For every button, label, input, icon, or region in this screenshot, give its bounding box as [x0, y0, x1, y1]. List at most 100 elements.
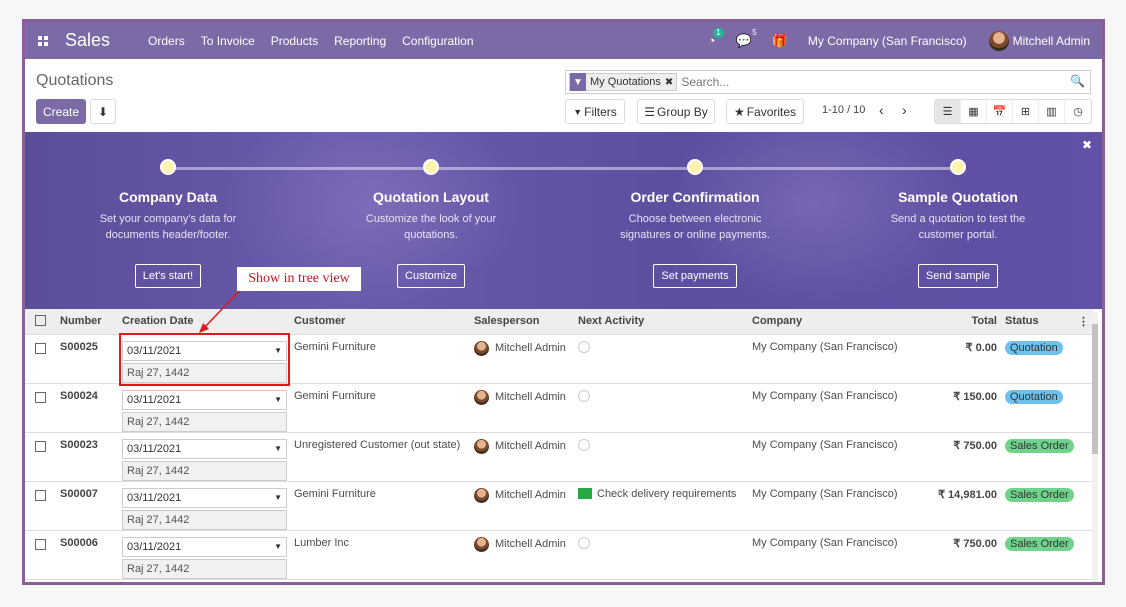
creation-date-cell: 03/11/2021 ▼ Raj 27, 1442 [118, 481, 290, 531]
row-select [25, 481, 56, 531]
app-title[interactable]: Sales [65, 30, 110, 51]
date-value: 03/11/2021 [127, 393, 182, 406]
step-dot [950, 159, 966, 175]
next-activity[interactable] [574, 530, 748, 580]
next-activity[interactable] [574, 334, 748, 384]
salesperson: Mitchell Admin [495, 391, 566, 403]
lets-start-button[interactable]: Let's start! [134, 264, 202, 288]
group-by-button[interactable]: ☰ Group By [637, 99, 715, 124]
set-payments-button[interactable]: Set payments [653, 264, 737, 288]
date-select[interactable]: 03/11/2021 ▼ [122, 389, 287, 410]
scrollbar-thumb[interactable] [1092, 324, 1098, 454]
pager-previous-icon[interactable]: ‹ [879, 102, 884, 118]
gift-icon[interactable]: 🎁 [772, 33, 788, 49]
activity-view-icon[interactable]: ◷ [1065, 100, 1091, 123]
menu-orders[interactable]: Orders [148, 34, 185, 48]
menu-reporting[interactable]: Reporting [334, 34, 386, 48]
header-customer[interactable]: Customer [290, 309, 470, 335]
status-cell: Quotation [1001, 383, 1093, 433]
menu-configuration[interactable]: Configuration [402, 34, 473, 48]
customer: Gemini Furniture [290, 481, 470, 531]
list-view-icon[interactable]: ☰ [935, 100, 961, 123]
user-menu[interactable]: Mitchell Admin [988, 30, 1090, 51]
pager-next-icon[interactable]: › [902, 102, 907, 118]
date-select[interactable]: 03/11/2021 ▼ [122, 487, 287, 508]
table-row[interactable]: S00023 03/11/2021 ▼ Raj 27, 1442 Unregiste… [25, 432, 1093, 482]
facet-label: My Quotations [590, 76, 661, 88]
salesperson-avatar [474, 536, 489, 552]
step-dot [687, 159, 703, 175]
send-sample-button[interactable]: Send sample [917, 264, 999, 288]
header-company[interactable]: Company [748, 309, 908, 335]
creation-date-cell: 03/11/2021 ▼ Raj 27, 1442 [118, 432, 290, 482]
header-status[interactable]: Status ⋮ [1001, 309, 1093, 335]
graph-view-icon[interactable]: ▥ [1039, 100, 1065, 123]
step-description: Send a quotation to test the customer por… [890, 213, 1026, 241]
order-number: S00024 [56, 383, 118, 433]
create-button[interactable]: Create [36, 99, 86, 124]
row-checkbox[interactable] [35, 440, 46, 452]
company: My Company (San Francisco) [748, 334, 908, 384]
salesperson: Mitchell Admin [495, 489, 566, 501]
pivot-view-icon[interactable]: ⊞ [1013, 100, 1039, 123]
activity-clock-icon[interactable] [578, 438, 590, 451]
next-activity[interactable]: Check delivery requirements [574, 481, 748, 531]
row-checkbox[interactable] [35, 342, 46, 354]
row-checkbox[interactable] [35, 391, 46, 403]
hijri-date: Raj 27, 1442 [122, 411, 287, 432]
facet-remove-icon[interactable]: ✖ [665, 77, 676, 88]
search-facet[interactable]: ▼ My Quotations ✖ [569, 73, 678, 91]
header-salesperson[interactable]: Salesperson [470, 309, 574, 335]
filters-button[interactable]: ▼ Filters [565, 99, 625, 124]
next-activity[interactable] [574, 383, 748, 433]
step-description: Set your company's data for documents hea… [99, 213, 237, 241]
apps-menu-icon[interactable] [31, 35, 55, 46]
header-next-activity[interactable]: Next Activity [574, 309, 748, 335]
star-icon: ★ [733, 104, 745, 119]
download-button[interactable]: ⬇ [90, 99, 116, 124]
activity-clock-icon[interactable]: ◔ 1 [708, 28, 724, 48]
customer: Gemini Furniture [290, 383, 470, 433]
chevron-down-icon: ▼ [274, 542, 282, 551]
order-number: S00025 [56, 334, 118, 384]
vertical-scrollbar[interactable] [1092, 312, 1098, 582]
date-select[interactable]: 03/11/2021 ▼ [122, 536, 287, 557]
menu-products[interactable]: Products [271, 34, 318, 48]
todo-activity-icon[interactable] [578, 488, 592, 499]
search-input[interactable] [681, 75, 1062, 89]
customize-button[interactable]: Customize [397, 264, 465, 288]
company: My Company (San Francisco) [748, 432, 908, 482]
chevron-down-icon: ▼ [274, 395, 282, 404]
date-select[interactable]: 03/11/2021 ▼ [122, 438, 287, 459]
header-total[interactable]: Total [908, 309, 1001, 335]
close-icon[interactable]: ✖ [1082, 138, 1092, 152]
view-switcher: ☰ ▦ 📅 ⊞ ▥ ◷ [934, 99, 1092, 124]
company-switcher[interactable]: My Company (San Francisco) [808, 34, 967, 48]
pager-value[interactable]: 1-10 / 10 [822, 104, 865, 116]
menu-to-invoice[interactable]: To Invoice [201, 34, 255, 48]
table-header: Number Creation Date Customer Salesperso… [25, 309, 1093, 335]
table-row[interactable]: S00006 03/11/2021 ▼ Raj 27, 1442 Lumber In… [25, 530, 1093, 580]
activity-clock-icon[interactable] [578, 389, 590, 402]
calendar-view-icon[interactable]: 📅 [987, 100, 1013, 123]
header-number[interactable]: Number [56, 309, 118, 335]
favorites-button[interactable]: ★ Favorites [726, 99, 804, 124]
search-bar[interactable]: ▼ My Quotations ✖ 🔍 [565, 70, 1091, 94]
table-row[interactable]: S00024 03/11/2021 ▼ Raj 27, 1442 Gemini Fu… [25, 383, 1093, 433]
table-row[interactable]: S00007 03/11/2021 ▼ Raj 27, 1442 Gemini Fu… [25, 481, 1093, 531]
optional-columns-icon[interactable]: ⋮ [1078, 315, 1089, 328]
activity-clock-icon[interactable] [578, 536, 590, 549]
row-checkbox[interactable] [35, 538, 46, 550]
kanban-view-icon[interactable]: ▦ [961, 100, 987, 123]
search-icon[interactable]: 🔍 [1070, 74, 1085, 88]
messages-icon[interactable]: 💬 5 [736, 28, 757, 49]
date-value: 03/11/2021 [127, 540, 182, 553]
app-window: Sales Orders To Invoice Products Reporti… [22, 19, 1105, 585]
step-description: Choose between electronic signatures or o… [620, 213, 770, 241]
select-all-checkbox[interactable] [35, 315, 46, 327]
next-activity[interactable] [574, 432, 748, 482]
salesperson-cell: Mitchell Admin [470, 383, 574, 433]
salesperson: Mitchell Admin [495, 440, 566, 452]
activity-clock-icon[interactable] [578, 340, 590, 353]
row-checkbox[interactable] [35, 489, 46, 501]
